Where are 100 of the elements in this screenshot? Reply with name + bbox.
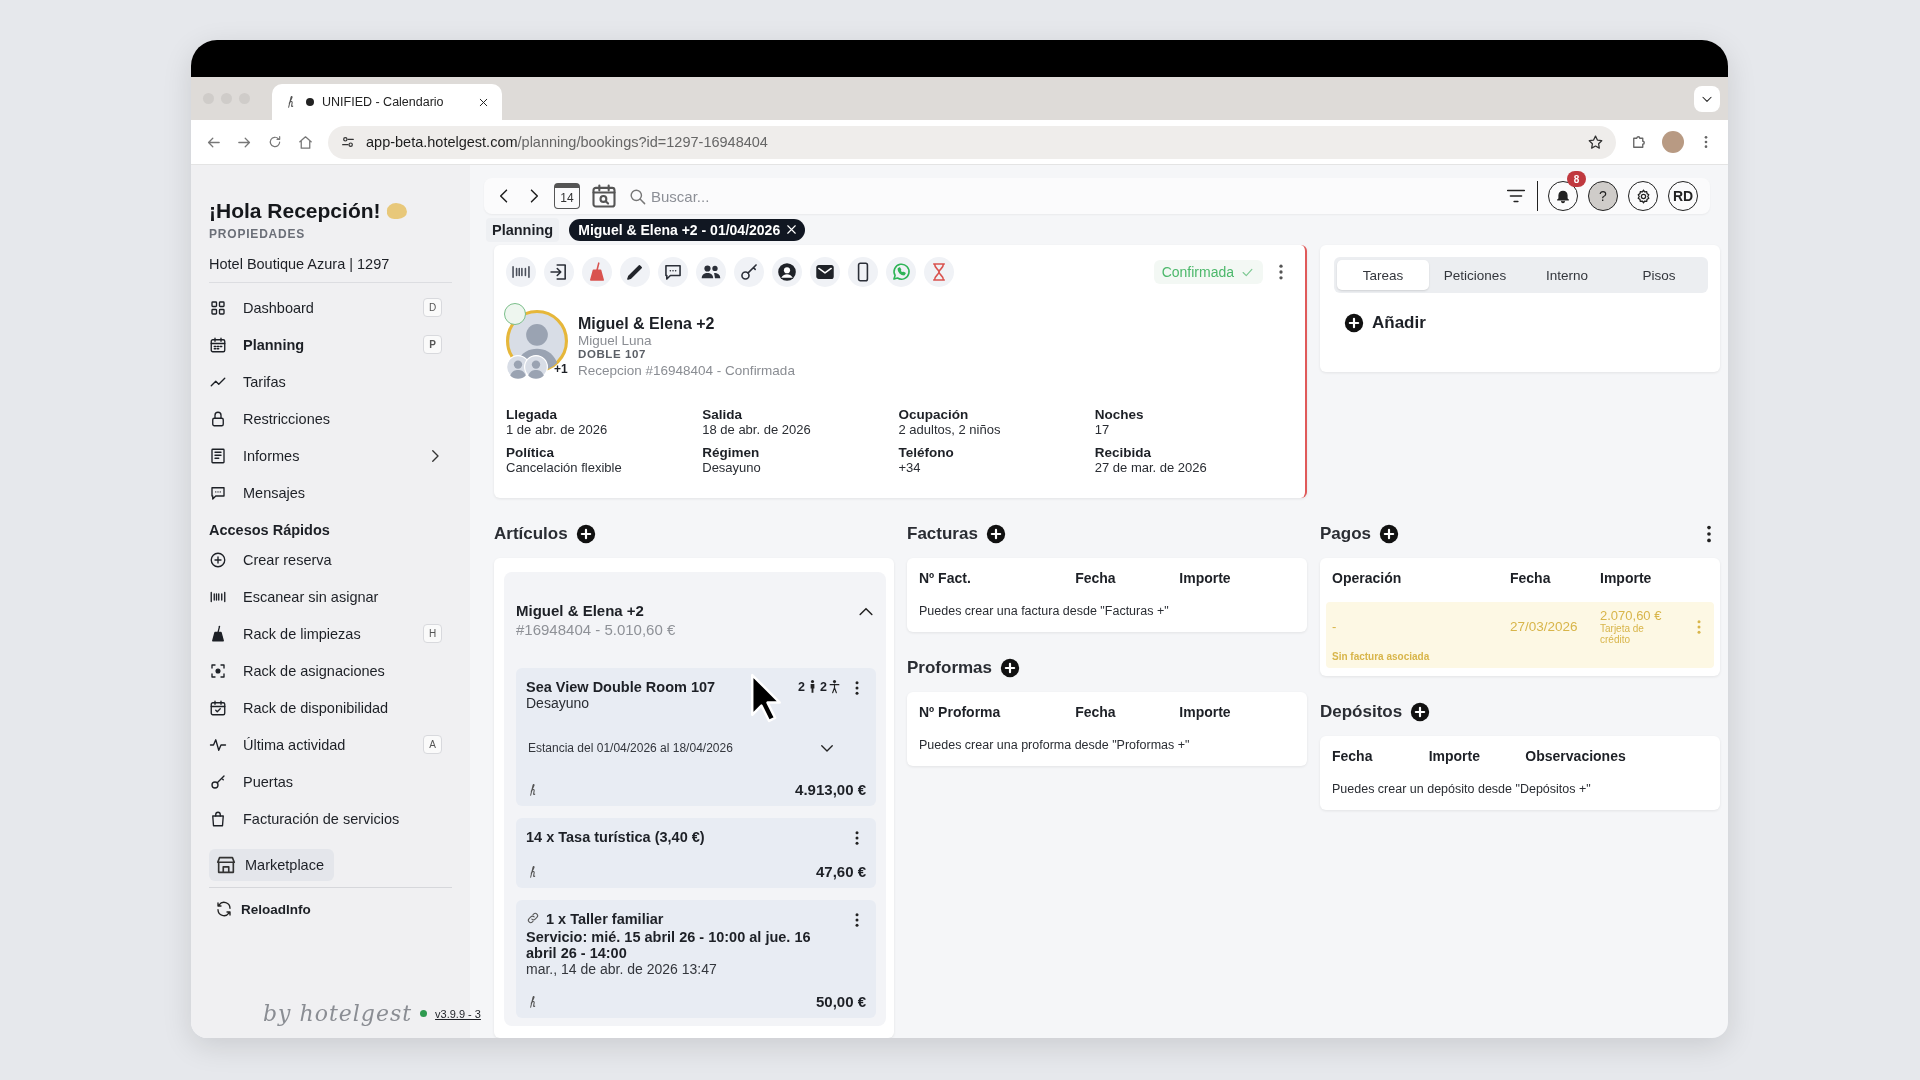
quick-access-item[interactable]: Puertas <box>209 763 452 800</box>
add-icon[interactable] <box>1410 702 1431 722</box>
detail-label: Llegada <box>506 407 558 422</box>
users-icon[interactable] <box>696 257 726 287</box>
section-title: Accesos Rápidos <box>209 522 331 538</box>
search-field[interactable]: Buscar... <box>649 186 849 206</box>
section-title: Proformas <box>907 658 993 678</box>
pencil-icon[interactable] <box>620 257 650 287</box>
breadcrumb-tab[interactable]: Planning <box>486 217 560 242</box>
detail-value: Desayuno <box>702 460 762 475</box>
online-dot-icon <box>420 1010 428 1017</box>
column-header: Nº Proforma <box>919 704 1002 720</box>
key-icon[interactable] <box>734 257 764 287</box>
guest-name: Miguel & Elena +2 <box>578 315 716 333</box>
add-icon[interactable] <box>575 524 596 544</box>
sidebar-item[interactable]: Dashboard D <box>209 289 452 326</box>
quick-access-item[interactable]: Rack de disponibilidad <box>209 689 452 726</box>
profile-avatar[interactable] <box>1662 131 1684 153</box>
sidebar-item[interactable]: Planning P <box>209 326 452 363</box>
mouse-pointer-icon <box>749 672 783 724</box>
star-icon[interactable] <box>1587 133 1604 151</box>
quick-access-item[interactable]: Rack de asignaciones <box>209 652 452 689</box>
greeting: ¡Hola Recepción! <box>209 199 381 223</box>
reload-icon[interactable] <box>267 134 283 150</box>
sidebar-item[interactable]: Restricciones <box>209 400 452 437</box>
mail-icon[interactable] <box>810 257 840 287</box>
home-icon[interactable] <box>297 133 314 151</box>
tab-menu-button[interactable] <box>1694 86 1720 112</box>
sidebar-item[interactable]: Mensajes <box>209 474 452 511</box>
item-title: 1 x Taller familiar <box>546 911 665 927</box>
section-label: PROPIEDADES <box>209 227 307 241</box>
empty-message: Puedes crear un depósito desde "Depósitos +" <box>1332 782 1592 796</box>
detail-value: 1 de abr. de 2026 <box>506 422 609 437</box>
detail-value: 18 de abr. de 2026 <box>702 422 812 437</box>
version-link[interactable]: v3.9.9 - 3 <box>435 1007 481 1020</box>
children-count: 2 <box>820 679 827 694</box>
calendar-search-icon[interactable] <box>590 182 618 211</box>
bag-icon <box>209 809 227 828</box>
reload-button[interactable]: ReloadInfo <box>209 894 311 924</box>
table-cell-text: - <box>1332 619 1338 634</box>
section-title: Depósitos <box>1320 702 1403 722</box>
tab[interactable]: Pisos <box>1613 260 1705 290</box>
detail-value: 17 <box>1094 422 1111 437</box>
chat-icon[interactable] <box>658 257 688 287</box>
help-button[interactable]: ? <box>1588 181 1618 212</box>
plus-circle-icon <box>209 550 227 569</box>
add-icon[interactable] <box>1000 658 1021 678</box>
section-title: Artículos <box>494 524 568 544</box>
booking-tab-chip[interactable]: Miguel & Elena +2 - 01/04/2026 <box>569 218 806 241</box>
tab[interactable]: Peticiones <box>1429 260 1521 290</box>
sliders-icon[interactable] <box>340 134 356 150</box>
quick-access-item[interactable]: Crear reserva <box>209 541 452 578</box>
address-bar[interactable]: app-beta.hotelgest.com/planning/bookings?id=1297-16948404 <box>328 125 1616 159</box>
browser-tab[interactable]: UNIFIED - Calendario <box>272 84 502 120</box>
brand-logo: by hotelgest <box>263 1001 413 1026</box>
holder-name: Miguel Luna <box>578 333 653 348</box>
notification-count: 8 <box>1567 171 1586 188</box>
grid-icon <box>209 298 227 317</box>
column-header: Fecha <box>1510 570 1552 586</box>
column-header: Importe <box>1179 570 1232 586</box>
broom-icon[interactable] <box>582 257 612 287</box>
group-summary: #16948404 - 5.010,60 € <box>516 621 677 638</box>
detail-value: 2 adultos, 2 niños <box>898 422 1002 437</box>
sidebar-item[interactable]: Tarifas <box>209 363 452 400</box>
person-circle-icon[interactable] <box>772 257 802 287</box>
item-title: 14 x Tasa turística (3,40 €) <box>526 829 706 845</box>
chat-phone-icon[interactable] <box>886 257 916 287</box>
hourglass-icon[interactable] <box>924 257 954 287</box>
detail-value: +34 <box>898 460 922 475</box>
column-header: Operación <box>1332 570 1403 586</box>
calendar-icon <box>209 335 227 354</box>
tab[interactable]: Interno <box>1521 260 1613 290</box>
detail-label: Noches <box>1094 407 1145 422</box>
column-header: Importe <box>1600 570 1653 586</box>
stay-dates: Estancia del 01/04/2026 al 18/04/2026 <box>528 741 734 755</box>
add-icon[interactable] <box>1379 524 1400 544</box>
quick-access-item[interactable]: Última actividad A <box>209 726 452 763</box>
phone-icon[interactable] <box>848 257 878 287</box>
barcode-icon[interactable] <box>506 257 536 287</box>
payment-method: Tarjeta de crédito <box>1600 623 1645 645</box>
column-header: Fecha <box>1332 748 1374 764</box>
broom-icon <box>209 624 227 643</box>
tab[interactable]: Tareas <box>1337 260 1429 290</box>
service-date: mar., 14 de abr. de 2026 13:47 <box>526 961 718 977</box>
today-button[interactable]: 14 <box>554 183 580 210</box>
add-task-button[interactable]: Añadir <box>1344 313 1426 333</box>
property-selector[interactable]: Hotel Boutique Azura | 1297 <box>209 256 452 283</box>
unsaved-dot-icon <box>306 98 314 106</box>
login-icon[interactable] <box>544 257 574 287</box>
detail-label: Régimen <box>702 445 761 460</box>
detail-label: Teléfono <box>898 445 955 460</box>
sidebar-item[interactable]: Informes <box>209 437 452 474</box>
puzzle-icon[interactable] <box>1630 133 1648 151</box>
add-icon[interactable] <box>985 524 1006 544</box>
quick-access-item[interactable]: Rack de limpiezas H <box>209 615 452 652</box>
marketplace-button[interactable]: Marketplace <box>209 849 334 881</box>
quick-access-item[interactable]: Facturación de servicios <box>209 800 452 837</box>
quick-access-item[interactable]: Escanear sin asignar <box>209 578 452 615</box>
detail-label: Ocupación <box>898 407 970 422</box>
column-header: Importe <box>1179 704 1232 720</box>
